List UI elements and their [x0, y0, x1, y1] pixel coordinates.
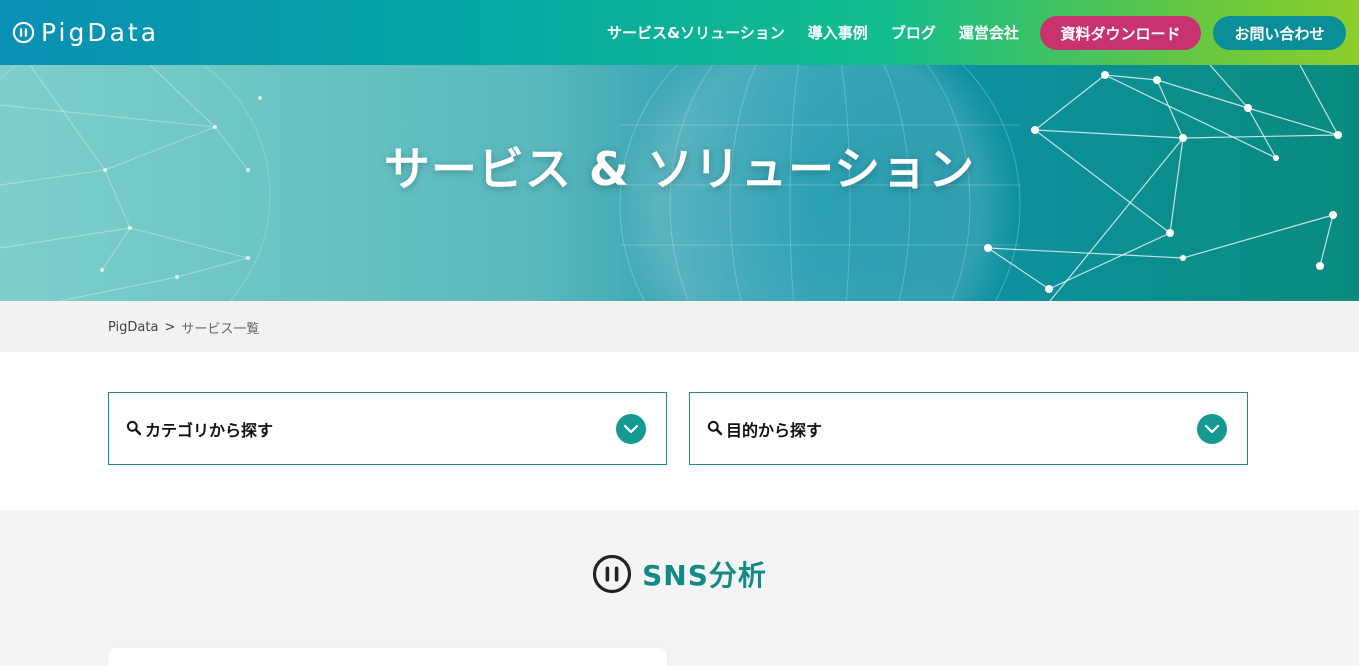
search-icon — [126, 420, 142, 436]
logo-mark-icon — [12, 21, 35, 43]
download-button[interactable]: 資料ダウンロード — [1040, 16, 1201, 50]
pigdata-mark-icon — [593, 554, 632, 594]
category-filter-dropdown[interactable]: カテゴリから探す — [108, 392, 667, 465]
category-filter-label: カテゴリから探す — [145, 421, 274, 440]
breadcrumb-bar: PigData > サービス一覧 — [0, 301, 1359, 352]
hero-banner: サービス & ソリューション — [0, 65, 1359, 301]
chevron-down-icon[interactable] — [616, 414, 646, 444]
main-nav: サービス&ソリューション 導入事例 ブログ 運営会社 — [607, 0, 1042, 65]
breadcrumb-separator: > — [164, 320, 176, 335]
breadcrumb-home-link[interactable]: PigData — [108, 320, 158, 335]
breadcrumb-current: サービス一覧 — [181, 322, 260, 337]
logo-text: PigData — [41, 17, 160, 47]
site-header: PigData サービス&ソリューション 導入事例 ブログ 運営会社 資料ダウン… — [0, 0, 1359, 65]
nav-services[interactable]: サービス&ソリューション — [607, 22, 785, 43]
service-card[interactable] — [108, 648, 667, 666]
nav-case-studies[interactable]: 導入事例 — [808, 22, 868, 43]
nav-blog[interactable]: ブログ — [891, 22, 936, 43]
chevron-down-icon[interactable] — [1197, 414, 1227, 444]
contact-button[interactable]: お問い合わせ — [1213, 16, 1346, 50]
purpose-filter-label: 目的から探す — [726, 421, 823, 440]
search-icon — [707, 420, 723, 436]
nav-company[interactable]: 運営会社 — [959, 22, 1019, 43]
purpose-filter-dropdown[interactable]: 目的から探す — [689, 392, 1248, 465]
section-title: SNS分析 — [642, 559, 767, 592]
sns-analysis-section: SNS分析 — [0, 510, 1359, 666]
filter-section: カテゴリから探す 目的から探す — [0, 352, 1359, 510]
breadcrumb: PigData > サービス一覧 — [108, 318, 259, 337]
site-logo[interactable]: PigData — [12, 17, 160, 47]
section-heading: SNS分析 — [0, 554, 1359, 594]
page-title: サービス & ソリューション — [383, 142, 976, 196]
